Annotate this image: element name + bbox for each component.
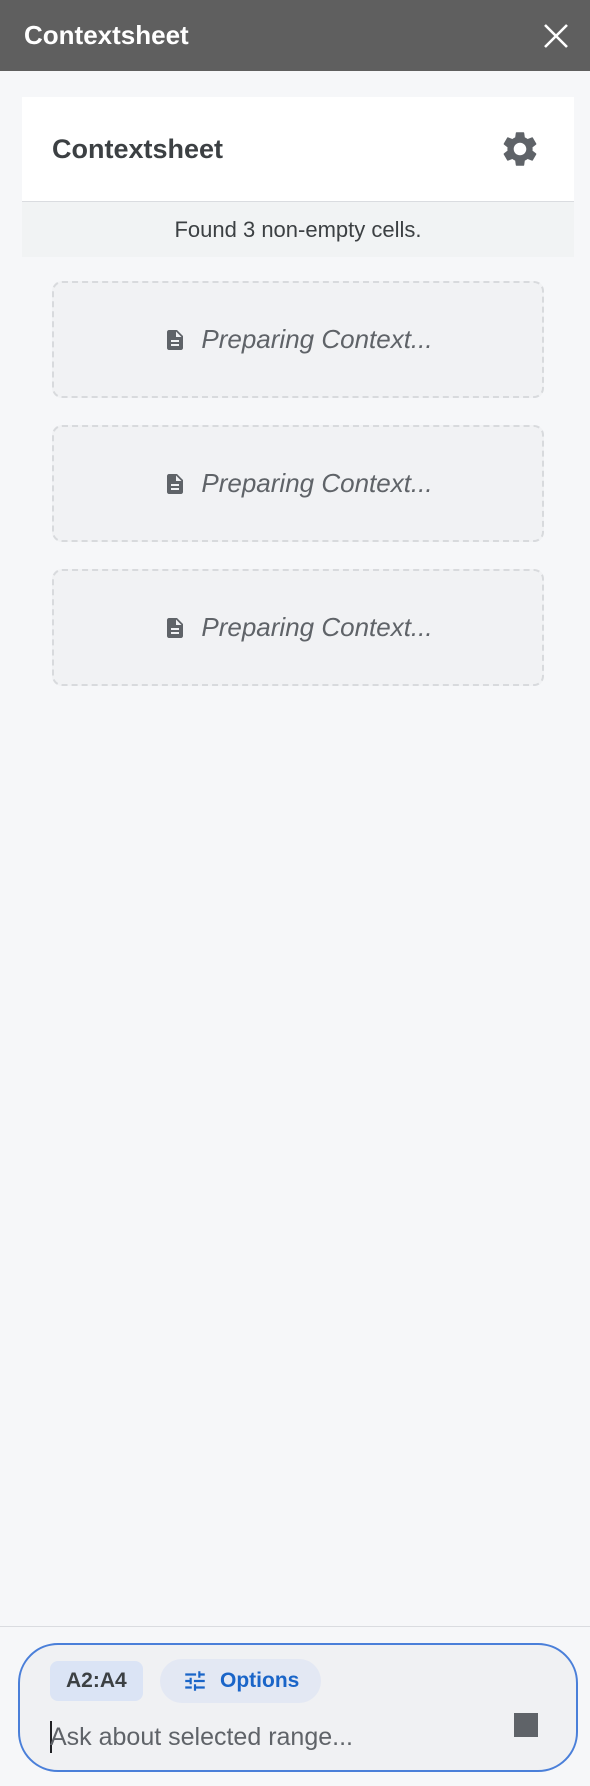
composer-divider: [0, 1626, 590, 1627]
window-title: Contextsheet: [24, 20, 189, 50]
settings-button[interactable]: [496, 125, 544, 173]
status-message: Found 3 non-empty cells.: [22, 201, 574, 257]
close-icon: [544, 23, 568, 48]
tune-icon: [182, 1668, 208, 1694]
prompt-composer: A2:A4 Options: [18, 1643, 578, 1772]
close-button[interactable]: [538, 18, 574, 54]
window-titlebar: Contextsheet: [0, 0, 590, 71]
context-item-label: Preparing Context...: [201, 612, 433, 642]
context-item: Preparing Context...: [52, 569, 544, 686]
context-list: Preparing Context... Preparing Context..…: [52, 281, 544, 713]
document-icon: [163, 472, 187, 496]
context-item: Preparing Context...: [52, 425, 544, 542]
options-button[interactable]: Options: [160, 1659, 322, 1703]
range-chip[interactable]: A2:A4: [50, 1661, 143, 1701]
context-item-label: Preparing Context...: [201, 324, 433, 354]
ask-input[interactable]: [50, 1719, 470, 1755]
stop-icon[interactable]: [514, 1713, 538, 1737]
gear-icon: [503, 132, 537, 166]
document-icon: [163, 616, 187, 640]
options-label: Options: [220, 1669, 300, 1692]
context-item: Preparing Context...: [52, 281, 544, 398]
card-header: Contextsheet: [22, 97, 574, 201]
context-item-label: Preparing Context...: [201, 468, 433, 498]
page-title: Contextsheet: [52, 133, 224, 164]
document-icon: [163, 328, 187, 352]
header-card: Contextsheet Found 3 non-empty cells.: [22, 97, 574, 257]
